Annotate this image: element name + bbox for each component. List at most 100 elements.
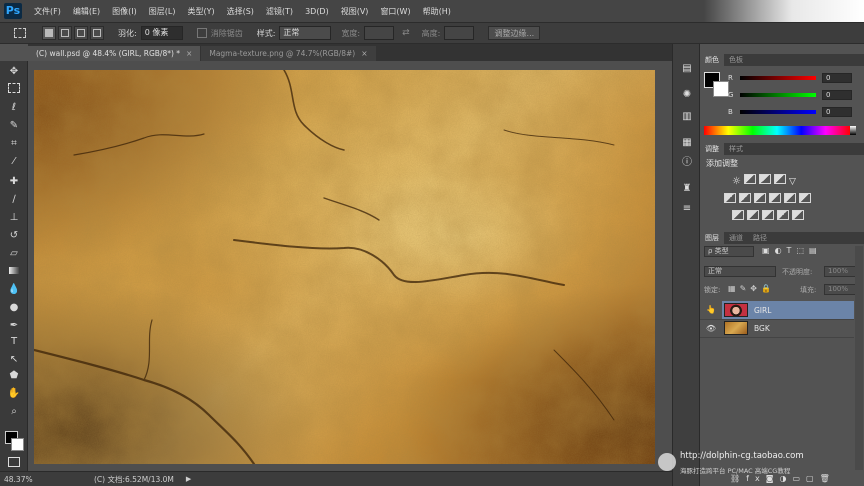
pixel-filter-icon[interactable]: ▣: [762, 246, 775, 255]
quick-mask-icon[interactable]: [6, 457, 22, 471]
levels-icon[interactable]: [743, 174, 756, 184]
vibrance-icon[interactable]: ▽: [789, 177, 796, 187]
gradient-tool-icon[interactable]: [6, 265, 22, 279]
hand-tool-icon[interactable]: ✋: [6, 387, 22, 401]
channel-mixer-icon[interactable]: [784, 193, 796, 203]
menu-image[interactable]: 图像(I): [112, 6, 137, 17]
tab-wall-psd[interactable]: (C) wall.psd @ 48.4% (GIRL, RGB/8*) * ×: [28, 46, 201, 61]
green-slider[interactable]: G 0: [700, 89, 864, 101]
tool-presets-icon[interactable]: ♜: [680, 182, 694, 196]
posterize-icon[interactable]: [747, 210, 759, 220]
type-tool-icon[interactable]: T: [6, 335, 22, 349]
blend-mode-select[interactable]: 正常: [704, 266, 776, 277]
spectrum-bw-end[interactable]: [850, 126, 856, 135]
close-icon[interactable]: ×: [186, 49, 192, 58]
lock-all-icon[interactable]: 🔒: [761, 284, 775, 293]
histogram-icon[interactable]: ▥: [680, 110, 694, 124]
marquee-tool-icon[interactable]: [6, 83, 22, 97]
zoom-level[interactable]: 48.37%: [4, 475, 64, 484]
document-canvas[interactable]: [34, 70, 655, 464]
brush-tool-icon[interactable]: ∕: [6, 193, 22, 207]
actions-icon[interactable]: ▦: [680, 136, 694, 150]
black-white-icon[interactable]: [754, 193, 766, 203]
tab-layers[interactable]: 图层: [700, 232, 724, 244]
selective-color-icon[interactable]: [792, 210, 804, 220]
eyedropper-tool-icon[interactable]: ⁄: [6, 155, 22, 169]
info-icon[interactable]: ⓘ: [680, 156, 694, 170]
color-swatches-icon[interactable]: [5, 429, 24, 453]
menu-help[interactable]: 帮助(H): [423, 6, 451, 17]
brush-preset-icon[interactable]: ✺: [680, 88, 694, 102]
brightness-icon[interactable]: ☼: [732, 176, 741, 187]
menu-select[interactable]: 选择(S): [227, 6, 254, 17]
layers-scrollbar[interactable]: [855, 246, 863, 470]
move-tool-icon[interactable]: ✥: [6, 65, 22, 79]
threshold-icon[interactable]: [762, 210, 774, 220]
gradient-map-icon[interactable]: [777, 210, 789, 220]
hue-saturation-icon[interactable]: [724, 193, 736, 203]
tab-adjustments[interactable]: 调整: [700, 143, 724, 155]
exposure-icon[interactable]: [773, 174, 786, 184]
tab-color[interactable]: 颜色: [700, 54, 724, 66]
menu-file[interactable]: 文件(F): [34, 6, 61, 17]
menu-edit[interactable]: 编辑(E): [73, 6, 100, 17]
eye-icon[interactable]: 👆: [700, 301, 722, 319]
invert-icon[interactable]: [732, 210, 744, 220]
refine-edge-button[interactable]: 调整边缘...: [488, 26, 541, 40]
menu-view[interactable]: 视图(V): [341, 6, 369, 17]
subtract-selection-icon[interactable]: [74, 26, 88, 40]
lasso-tool-icon[interactable]: ℓ: [6, 101, 22, 115]
history-icon[interactable]: ▤: [680, 62, 694, 76]
smart-filter-icon[interactable]: ▤: [809, 246, 822, 255]
color-spectrum-ramp[interactable]: [704, 126, 850, 135]
path-select-tool-icon[interactable]: ↖: [6, 353, 22, 367]
history-brush-tool-icon[interactable]: ↺: [6, 229, 22, 243]
stamp-tool-icon[interactable]: ⊥: [6, 211, 22, 225]
blur-tool-icon[interactable]: 💧: [6, 283, 22, 297]
tab-channels[interactable]: 通道: [724, 232, 748, 244]
style-select[interactable]: 正常: [279, 26, 332, 40]
menu-layer[interactable]: 图层(L): [149, 6, 176, 17]
intersect-selection-icon[interactable]: [90, 26, 104, 40]
close-icon[interactable]: ×: [361, 49, 367, 58]
type-filter-icon[interactable]: T: [787, 246, 797, 255]
healing-tool-icon[interactable]: ✚: [6, 175, 22, 189]
eraser-tool-icon[interactable]: ▱: [6, 247, 22, 261]
lock-pixels-icon[interactable]: ✎: [740, 284, 751, 293]
dodge-tool-icon[interactable]: ●: [6, 301, 22, 315]
add-selection-icon[interactable]: [58, 26, 72, 40]
curves-icon[interactable]: [758, 174, 771, 184]
tab-paths[interactable]: 路径: [748, 232, 772, 244]
eye-icon[interactable]: 👁: [700, 324, 722, 333]
properties-icon[interactable]: ≡: [680, 202, 694, 216]
layer-filter-select[interactable]: ρ 类型: [704, 246, 754, 257]
layer-bgk[interactable]: 👁 BGK: [700, 319, 854, 338]
photo-filter-icon[interactable]: [769, 193, 781, 203]
tab-swatches[interactable]: 色板: [724, 54, 748, 66]
marquee-preset-icon[interactable]: [14, 28, 26, 38]
lock-position-icon[interactable]: ✥: [750, 284, 761, 293]
red-value[interactable]: 0: [822, 73, 852, 83]
antialias-checkbox[interactable]: [196, 28, 207, 38]
tab-magma-texture[interactable]: Magma-texture.png @ 74.7%(RGB/8#) ×: [201, 46, 376, 61]
quick-select-tool-icon[interactable]: ✎: [6, 119, 22, 133]
shape-tool-icon[interactable]: ⬟: [6, 369, 22, 383]
menu-type[interactable]: 类型(Y): [187, 6, 214, 17]
tab-styles[interactable]: 样式: [724, 143, 748, 155]
menu-filter[interactable]: 滤镜(T): [266, 6, 293, 17]
lock-transparent-icon[interactable]: ▦: [728, 284, 740, 293]
width-input[interactable]: [364, 26, 395, 40]
menu-window[interactable]: 窗口(W): [380, 6, 410, 17]
color-lookup-icon[interactable]: [799, 193, 811, 203]
blue-slider[interactable]: B 0: [700, 106, 864, 118]
red-slider[interactable]: R 0: [700, 72, 864, 84]
status-menu-arrow[interactable]: ▶: [186, 475, 191, 483]
opacity-input[interactable]: 100%: [824, 266, 858, 277]
feather-input[interactable]: 0 像素: [140, 26, 183, 40]
height-input[interactable]: [444, 26, 475, 40]
layer-girl[interactable]: 👆 GIRL: [700, 301, 854, 320]
menu-3d[interactable]: 3D(D): [305, 7, 329, 16]
zoom-tool-icon[interactable]: ⌕: [6, 405, 22, 419]
fill-input[interactable]: 100%: [824, 284, 858, 295]
new-selection-icon[interactable]: [42, 26, 56, 40]
